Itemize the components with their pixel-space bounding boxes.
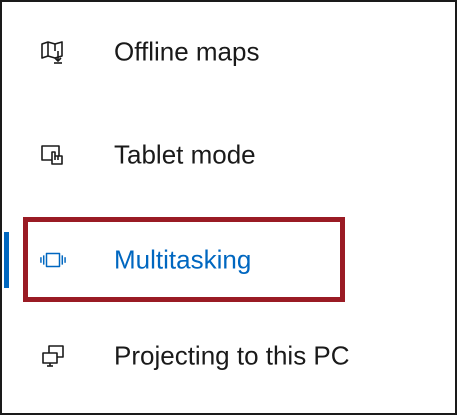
nav-item-multitasking[interactable]: Multitasking (4, 224, 455, 296)
tablet-mode-icon (40, 142, 66, 168)
settings-nav-panel: Offline maps Tablet mode Multitasking Pr… (0, 0, 457, 415)
nav-item-label: Offline maps (114, 36, 260, 67)
nav-item-projecting-to-this-pc[interactable]: Projecting to this PC (4, 320, 455, 392)
multitasking-icon (40, 247, 66, 273)
nav-item-offline-maps[interactable]: Offline maps (4, 16, 455, 88)
nav-item-label: Multitasking (114, 244, 252, 275)
nav-item-label: Projecting to this PC (114, 340, 350, 371)
nav-item-tablet-mode[interactable]: Tablet mode (4, 119, 455, 191)
nav-item-label: Tablet mode (114, 139, 256, 170)
map-icon (40, 39, 66, 65)
projecting-icon (40, 343, 66, 369)
